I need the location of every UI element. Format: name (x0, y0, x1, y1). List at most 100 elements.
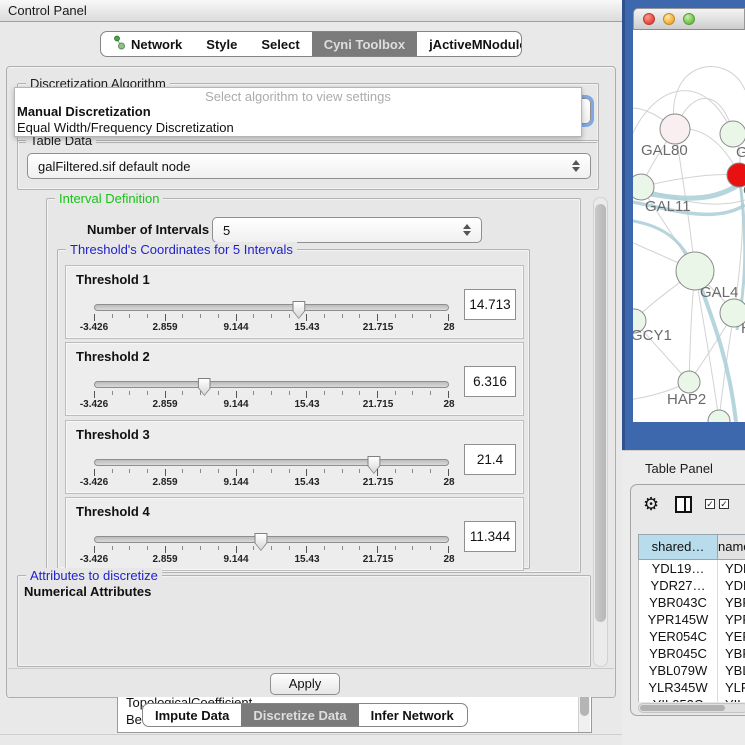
network-node-hap2[interactable] (678, 371, 700, 393)
table-horizontal-scrollbar[interactable] (638, 703, 745, 713)
thresholds-group: Threshold's Coordinates for 5 Intervals … (57, 249, 530, 569)
network-node-gal80[interactable] (660, 114, 690, 144)
table-row[interactable]: YIL052CYIL0 (639, 696, 745, 702)
table-row[interactable]: YER054CYER0 (639, 628, 745, 645)
table-cell: YDL1 (718, 560, 745, 577)
table-cell: YBR045C (639, 645, 718, 662)
table-row[interactable]: YDR27…YDR2 (639, 577, 745, 594)
tick-label: 21.715 (363, 322, 394, 333)
number-of-intervals-label: Number of Intervals (87, 222, 209, 237)
tick-label: 28 (443, 399, 454, 410)
table-cell: YER0 (718, 628, 745, 645)
threshold-2-slider[interactable] (94, 381, 449, 388)
column-layout-icon[interactable] (675, 496, 692, 513)
tick-label: -3.426 (80, 399, 108, 410)
algorithm-dropdown-popup: Select algorithm to view settings Manual… (14, 87, 582, 137)
tick-label: 15.43 (294, 554, 319, 565)
checkbox-icon[interactable]: ✓ (705, 499, 715, 509)
table-cell: YIL052C (639, 696, 718, 702)
tab-label: Discretize Data (253, 708, 346, 723)
attributes-group: Attributes to discretize Numerical Attri… (17, 575, 591, 667)
combo-spinner-icon (455, 224, 471, 236)
tab-infer-network[interactable]: Infer Network (359, 704, 466, 726)
tab-impute-data[interactable]: Impute Data (143, 704, 241, 726)
tick-label: -3.426 (80, 477, 108, 488)
node-label-gcy1: GCY1 (633, 327, 672, 344)
table-row[interactable]: YBR045CYBR0 (639, 645, 745, 662)
tick-label: 15.43 (294, 322, 319, 333)
tick-label: 28 (443, 477, 454, 488)
table-row[interactable]: YDL19…YDL1 (639, 560, 745, 577)
table-cell: YLR345W (639, 679, 718, 696)
network-node[interactable] (708, 410, 730, 422)
threshold-3-value-field[interactable]: 21.4 (464, 444, 516, 475)
table-data-combobox[interactable]: galFiltered.sif default node (27, 153, 591, 179)
network-node-gal11[interactable] (633, 174, 654, 200)
table-cell: YDR27… (639, 577, 718, 594)
tab-select[interactable]: Select (249, 32, 311, 56)
threshold-4-panel: Threshold 4 -3.4262.8599.14415.4321.7152… (65, 497, 524, 571)
threshold-4-value-field[interactable]: 11.344 (464, 521, 516, 552)
dropdown-option[interactable]: Manual Discretization (15, 104, 581, 120)
threshold-1-value-field[interactable]: 14.713 (464, 289, 516, 320)
tab-cyni-toolbox[interactable]: Cyni Toolbox (312, 32, 417, 56)
threshold-4-slider[interactable] (94, 536, 449, 543)
tab-label: jActiveMNodules (429, 37, 522, 52)
threshold-3-panel: Threshold 3 -3.4262.8599.14415.4321.7152… (65, 420, 524, 494)
node-label-gal80: GAL80 (641, 142, 688, 159)
threshold-3-label: Threshold 3 (76, 427, 150, 442)
threshold-1-panel: Threshold 1 -3.4262.8599.14415.4321.7152… (65, 265, 524, 339)
table-row[interactable]: YBR043CYBR0 (639, 594, 745, 611)
dropdown-hint: Select algorithm to view settings (15, 88, 581, 104)
number-of-intervals-value: 5 (223, 223, 230, 238)
tick-label: -3.426 (80, 322, 108, 333)
tab-discretize-data[interactable]: Discretize Data (241, 704, 358, 726)
tab-style[interactable]: Style (194, 32, 249, 56)
node-label-partial: H (741, 320, 745, 337)
close-traffic-light-icon[interactable] (643, 13, 655, 25)
cyni-toolbox-panel: Discretization Algorithm Table Data galF… (6, 66, 616, 698)
tab-label: Select (261, 37, 299, 52)
tick-label: 2.859 (152, 399, 177, 410)
threshold-3-slider[interactable] (94, 459, 449, 466)
panel-scrollbar-thumb[interactable] (595, 204, 606, 622)
gear-icon[interactable]: ⚙ (643, 495, 659, 513)
table-panel-title: Table Panel (645, 461, 713, 476)
column-header-name[interactable]: name (718, 534, 745, 560)
slider-tick-labels: -3.4262.8599.14415.4321.71528 (94, 477, 449, 489)
tab-network[interactable]: Network (101, 32, 194, 56)
zoom-traffic-light-icon[interactable] (683, 13, 695, 25)
minimize-traffic-light-icon[interactable] (663, 13, 675, 25)
slider-tick-labels: -3.4262.8599.14415.4321.71528 (94, 554, 449, 566)
table-cell: YBR043C (639, 594, 718, 611)
dropdown-option[interactable]: Equal Width/Frequency Discretization (15, 120, 581, 136)
tick-label: 2.859 (152, 554, 177, 565)
threshold-2-value-field[interactable]: 6.316 (464, 366, 516, 397)
network-window-titlebar[interactable] (633, 8, 745, 30)
control-panel-titlebar: Control Panel (0, 0, 622, 22)
bottom-tabbar: Impute Data Discretize Data Infer Networ… (142, 703, 468, 727)
threshold-1-slider[interactable] (94, 304, 449, 311)
checkbox-icon[interactable]: ✓ (719, 499, 729, 509)
tab-label: Impute Data (155, 708, 229, 723)
table-row[interactable]: YLR345WYLR3 (639, 679, 745, 696)
panel-scrollbar[interactable] (593, 197, 608, 667)
tab-label: Infer Network (371, 708, 454, 723)
apply-button[interactable]: Apply (270, 673, 340, 695)
network-view-canvas[interactable]: GAL80 G C GAL11 GAL4 GCY1 H HAP2 (633, 30, 745, 422)
table-row[interactable]: YBL079WYBL0 (639, 662, 745, 679)
column-header-shared-name[interactable]: shared… (638, 534, 718, 560)
bottom-divider (0, 734, 622, 735)
tab-jactivemnodules[interactable]: jActiveMNodules (417, 32, 522, 56)
slider-tick-labels: -3.4262.8599.14415.4321.71528 (94, 399, 449, 411)
tick-label: 2.859 (152, 477, 177, 488)
threshold-2-panel: Threshold 2 -3.4262.8599.14415.4321.7152… (65, 342, 524, 416)
number-of-intervals-combobox[interactable]: 5 (212, 217, 482, 243)
node-label-hap2: HAP2 (667, 391, 706, 408)
table-cell: YDL19… (639, 560, 718, 577)
numerical-attributes-label: Numerical Attributes (24, 584, 151, 599)
threshold-2-label: Threshold 2 (76, 349, 150, 364)
table-cell: YBL079W (639, 662, 718, 679)
slider-tick-labels: -3.4262.8599.14415.4321.71528 (94, 322, 449, 334)
table-row[interactable]: YPR145WYPR1 (639, 611, 745, 628)
